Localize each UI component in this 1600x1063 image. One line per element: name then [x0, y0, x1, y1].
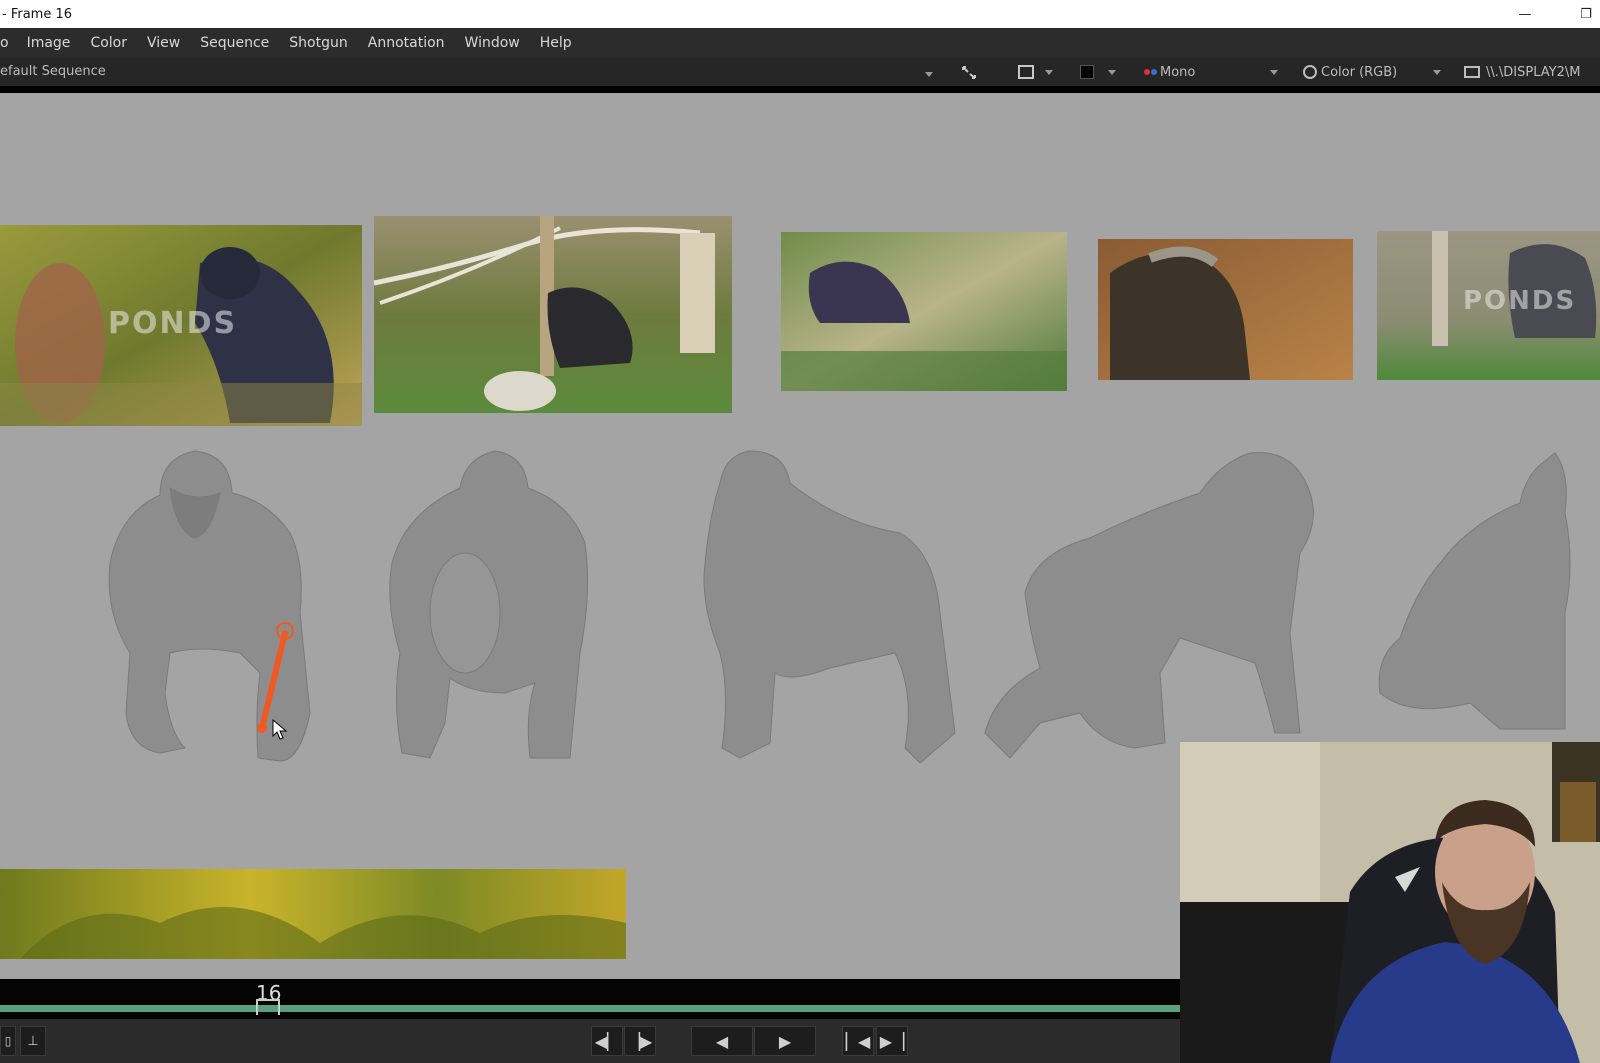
webcam-overlay [1180, 742, 1600, 1063]
menu-file[interactable]: o [0, 28, 17, 58]
menu-image[interactable]: Image [17, 28, 81, 58]
dropdown-arrow-icon [1108, 69, 1116, 75]
menu-bar: o Image Color View Sequence Shotgun Anno… [0, 28, 1600, 58]
dropdown-arrow-icon [925, 72, 933, 77]
restore-icon[interactable]: ❐ [1575, 4, 1597, 24]
photo-watermark-2: PONDS [1463, 286, 1577, 316]
display-label: \\.\DISPLAY2\M [1486, 64, 1581, 80]
dropdown-arrow-icon [1433, 70, 1441, 75]
window-titlebar: - Frame 16 — ❐ [0, 0, 1600, 28]
go-end-icon[interactable]: ▶▕ [876, 1026, 908, 1056]
play-icon[interactable]: ▶ [754, 1026, 816, 1056]
channel-selector[interactable]: Mono [1144, 61, 1278, 83]
gorilla-model-pose-4 [984, 452, 1314, 759]
timeline[interactable]: 16 [0, 979, 1180, 1019]
menu-color[interactable]: Color [80, 28, 137, 58]
toolbar-divider [0, 86, 1600, 93]
channel-dots-icon [1144, 69, 1157, 75]
crop-icon[interactable] [1015, 61, 1053, 83]
background-swatch-icon[interactable] [1080, 61, 1116, 83]
transport-bar: ▯ ⊥ ◀▏ ▕▶ ◀ ▶ ▏◀ ▶▕ [0, 1019, 1180, 1063]
monitor-icon [1464, 66, 1480, 78]
sequence-selector[interactable]: efault Sequence [0, 62, 936, 82]
menu-help[interactable]: Help [530, 28, 582, 58]
display-selector[interactable]: \\.\DISPLAY2\M [1464, 61, 1600, 83]
mouse-cursor-icon [272, 719, 288, 740]
reference-photo-3 [781, 232, 1067, 391]
gorilla-model-pose-3 [703, 450, 956, 764]
loop-icon[interactable]: ▯ [0, 1026, 16, 1056]
step-back-icon[interactable]: ◀▏ [591, 1026, 623, 1056]
play-reverse-icon[interactable]: ◀ [691, 1026, 753, 1056]
gorilla-model-pose-5 [1378, 452, 1571, 730]
menu-window[interactable]: Window [455, 28, 530, 58]
gorilla-model-pose-1 [108, 450, 311, 762]
mark-icon[interactable]: ⊥ [20, 1026, 46, 1056]
window-title: - Frame 16 [2, 6, 73, 22]
fit-icon[interactable] [958, 61, 980, 83]
color-circle-icon [1303, 65, 1317, 79]
photo-watermark-1: PONDS [108, 306, 238, 341]
gorilla-model-pose-2 [389, 450, 589, 759]
reference-photo-4 [1098, 239, 1353, 380]
sequence-label: efault Sequence [0, 64, 106, 79]
menu-view[interactable]: View [137, 28, 190, 58]
go-start-icon[interactable]: ▏◀ [842, 1026, 874, 1056]
playhead[interactable] [256, 999, 280, 1015]
dropdown-arrow-icon [1045, 69, 1053, 75]
menu-sequence[interactable]: Sequence [190, 28, 279, 58]
reference-photo-2 [373, 216, 732, 413]
step-forward-icon[interactable]: ▕▶ [624, 1026, 656, 1056]
channel-label: Mono [1160, 64, 1196, 80]
reference-photo-6 [0, 869, 626, 959]
viewer-toolbar: efault Sequence Mono Color (RGB) \\.\DIS… [0, 58, 1600, 86]
color-space-selector[interactable]: Color (RGB) [1303, 61, 1443, 83]
color-space-label: Color (RGB) [1321, 64, 1398, 80]
dropdown-arrow-icon [1270, 70, 1278, 75]
menu-annotation[interactable]: Annotation [358, 28, 455, 58]
timeline-track[interactable] [0, 1005, 1180, 1012]
menu-shotgun[interactable]: Shotgun [279, 28, 357, 58]
minimize-icon[interactable]: — [1514, 4, 1536, 24]
